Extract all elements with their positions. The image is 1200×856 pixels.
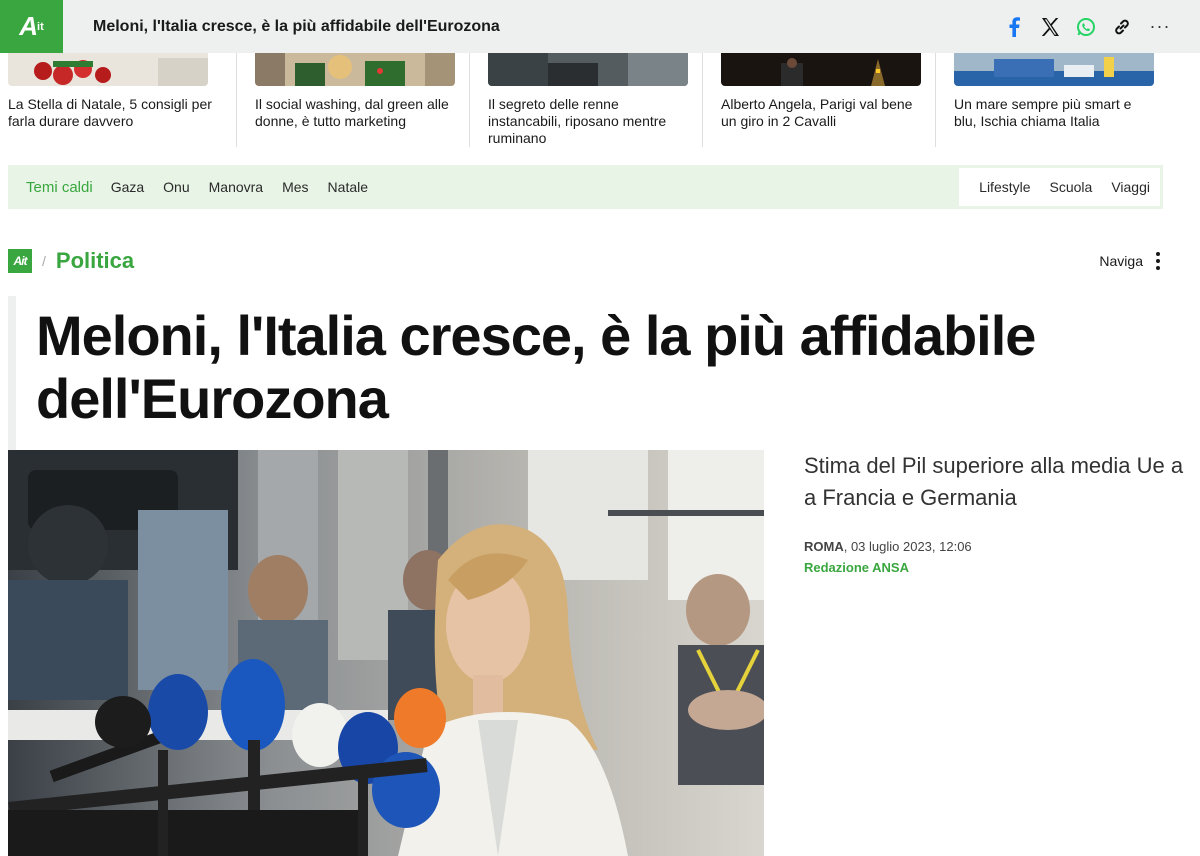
channel-link-lifestyle[interactable]: Lifestyle — [979, 179, 1030, 195]
topic-link-gaza[interactable]: Gaza — [111, 179, 144, 195]
related-title: Alberto Angela, Parigi val bene un giro … — [721, 96, 913, 129]
related-title: Il social washing, dal green alle donne,… — [255, 96, 449, 129]
article-dateline: ROMA, 03 luglio 2023, 12:06 — [804, 539, 1184, 554]
x-icon[interactable] — [1040, 17, 1060, 37]
article-author-link[interactable]: Redazione ANSA — [804, 560, 1184, 575]
related-article-card[interactable]: Il segreto delle renne instancabili, rip… — [469, 53, 702, 147]
link-icon[interactable] — [1112, 17, 1132, 37]
related-thumbnail — [954, 53, 1154, 86]
article-headline: Meloni, l'Italia cresce, è la più affida… — [36, 304, 1036, 430]
related-thumbnail — [8, 53, 208, 86]
breadcrumb-separator: / — [42, 253, 46, 269]
article-subtitle: Stima del Pil superiore alla media Ue a … — [804, 453, 1184, 510]
related-article-card[interactable]: La Stella di Natale, 5 consigli per farl… — [8, 53, 236, 147]
dateline-city: ROMA — [804, 539, 844, 554]
related-title: Un mare sempre più smart e blu, Ischia c… — [954, 96, 1132, 129]
breadcrumb: Ait / Politica Naviga — [8, 248, 1163, 274]
article-summary: Stima del Pil superiore alla media Ue a … — [804, 450, 1184, 575]
header-article-title: Meloni, l'Italia cresce, è la più affida… — [93, 17, 500, 35]
facebook-icon[interactable] — [1004, 16, 1024, 37]
related-articles-strip: La Stella di Natale, 5 consigli per farl… — [8, 53, 1168, 147]
hot-topics-label: Temi caldi — [26, 178, 93, 196]
ansa-logo[interactable]: Ait — [0, 0, 63, 53]
kebab-menu-icon — [1153, 252, 1163, 270]
more-icon[interactable]: ··· — [1148, 16, 1172, 37]
topic-link-mes[interactable]: Mes — [282, 179, 308, 195]
related-title: Il segreto delle renne instancabili, rip… — [488, 96, 667, 146]
related-thumbnail — [721, 53, 921, 86]
logo-suffix: it — [37, 20, 44, 33]
related-title: La Stella di Natale, 5 consigli per farl… — [8, 96, 212, 129]
dateline-date: , 03 luglio 2023, 12:06 — [843, 539, 972, 554]
naviga-label: Naviga — [1099, 253, 1143, 269]
hot-topics-bar: Temi caldi Gaza Onu Manovra Mes Natale L… — [8, 165, 1163, 209]
related-article-card[interactable]: Alberto Angela, Parigi val bene un giro … — [702, 53, 935, 147]
related-thumbnail — [255, 53, 455, 86]
related-article-card[interactable]: Un mare sempre più smart e blu, Ischia c… — [935, 53, 1168, 147]
sticky-header: Ait Meloni, l'Italia cresce, è la più af… — [0, 0, 1200, 53]
breadcrumb-home-logo[interactable]: Ait — [8, 249, 32, 273]
whatsapp-icon[interactable] — [1076, 17, 1096, 37]
article-main-photo[interactable] — [8, 450, 764, 856]
logo-letter: A — [19, 11, 38, 41]
related-article-card[interactable]: Il social washing, dal green alle donne,… — [236, 53, 469, 147]
channel-links: Lifestyle Scuola Viaggi — [959, 168, 1160, 206]
section-link-politica[interactable]: Politica — [56, 248, 134, 274]
headline-block: Meloni, l'Italia cresce, è la più affida… — [8, 296, 1163, 450]
channel-link-viaggi[interactable]: Viaggi — [1111, 179, 1150, 195]
related-thumbnail — [488, 53, 688, 86]
share-bar: ··· — [1004, 0, 1172, 53]
channel-link-scuola[interactable]: Scuola — [1050, 179, 1093, 195]
topic-link-natale[interactable]: Natale — [328, 179, 368, 195]
topic-link-manovra[interactable]: Manovra — [209, 179, 263, 195]
naviga-menu-button[interactable]: Naviga — [1099, 252, 1163, 270]
topic-link-onu[interactable]: Onu — [163, 179, 189, 195]
